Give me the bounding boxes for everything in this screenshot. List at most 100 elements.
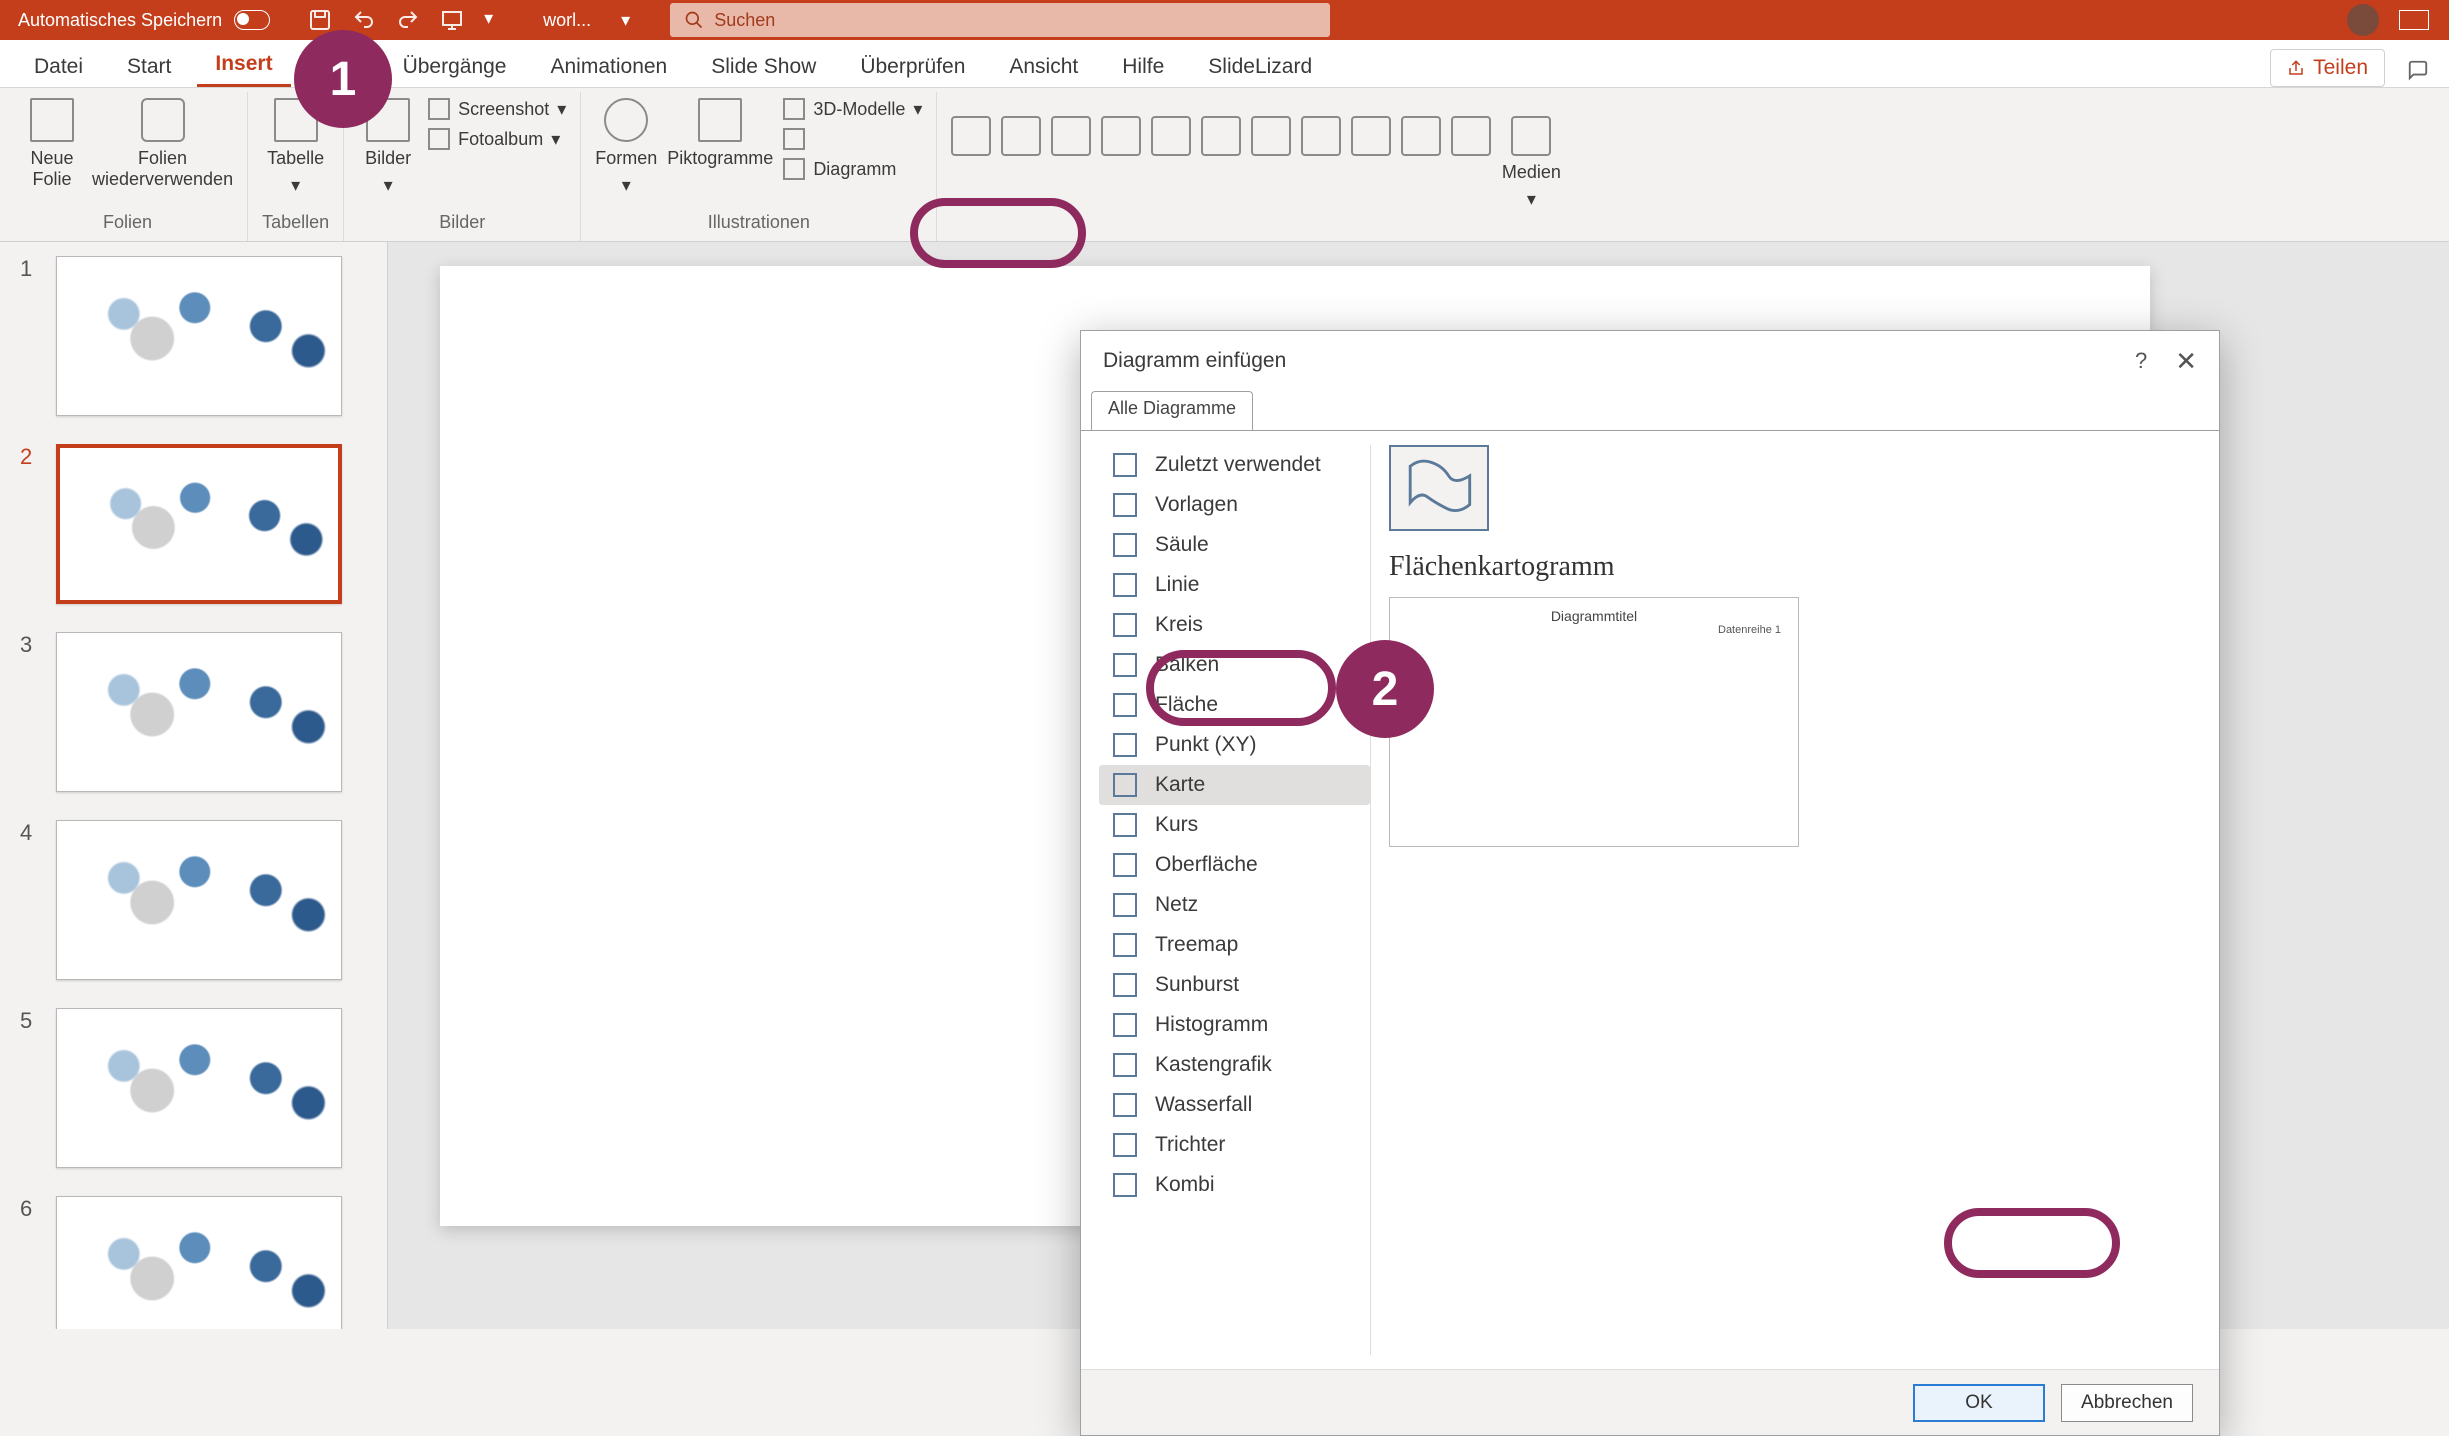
- media-button[interactable]: Medien▾: [1501, 116, 1561, 210]
- chart-category-list[interactable]: Zuletzt verwendetVorlagenSäuleLinieKreis…: [1099, 445, 1371, 1355]
- chart-category-item[interactable]: Vorlagen: [1099, 485, 1370, 525]
- category-label: Fläche: [1155, 693, 1218, 717]
- action-icon[interactable]: [1101, 116, 1141, 156]
- autosave-toggle[interactable]: [234, 10, 270, 30]
- smartart-button[interactable]: [783, 128, 922, 150]
- pictures-button[interactable]: Bilder▾: [358, 98, 418, 196]
- chart-category-item[interactable]: Kurs: [1099, 805, 1370, 845]
- chart-category-item[interactable]: Fläche: [1099, 685, 1370, 725]
- slide-thumbnail-pane[interactable]: 123456: [0, 242, 388, 1329]
- photoalbum-icon: [428, 128, 450, 150]
- group-bilder: Bilder▾ Screenshot▾ Fotoalbum▾ Bilder: [344, 92, 581, 241]
- slide-thumb-preview: [56, 444, 342, 604]
- dialog-tabstrip: Alle Diagramme: [1081, 391, 2219, 431]
- cancel-button[interactable]: Abbrechen: [2061, 1384, 2193, 1422]
- chart-category-item[interactable]: Kombi: [1099, 1165, 1370, 1205]
- share-button[interactable]: Teilen: [2270, 49, 2385, 87]
- textbox-icon[interactable]: [1251, 116, 1291, 156]
- chart-category-item[interactable]: Karte: [1099, 765, 1370, 805]
- chart-category-item[interactable]: Kreis: [1099, 605, 1370, 645]
- window-restore-icon[interactable]: [2399, 10, 2429, 30]
- chart-subtype-heading: Flächenkartogramm: [1389, 551, 2201, 583]
- tab-slidelizard[interactable]: SlideLizard: [1190, 45, 1330, 87]
- screenshot-button[interactable]: Screenshot▾: [428, 98, 566, 120]
- category-label: Histogramm: [1155, 1013, 1268, 1037]
- symbol-icon[interactable]: [1451, 116, 1491, 156]
- wordart-icon[interactable]: [1351, 116, 1391, 156]
- screenshot-icon: [428, 98, 450, 120]
- tab-hilfe[interactable]: Hilfe: [1104, 45, 1182, 87]
- titlebar-right: [2347, 4, 2449, 36]
- chart-category-item[interactable]: Kastengrafik: [1099, 1045, 1370, 1085]
- dialog-close-button[interactable]: ✕: [2175, 346, 2197, 377]
- chart-category-item[interactable]: Säule: [1099, 525, 1370, 565]
- reuse-slides-button[interactable]: Folien wiederverwenden: [92, 98, 233, 190]
- chart-preview[interactable]: Diagrammtitel Datenreihe 1: [1389, 597, 1799, 847]
- tab-datei[interactable]: Datei: [16, 45, 101, 87]
- tab-ueberpruefen[interactable]: Überprüfen: [842, 45, 983, 87]
- save-icon[interactable]: [308, 8, 332, 32]
- dialog-tab-all[interactable]: Alle Diagramme: [1091, 391, 1253, 431]
- qat-overflow-icon[interactable]: ▾: [484, 8, 493, 32]
- chart-subtype-button[interactable]: [1389, 445, 1489, 531]
- shapes-button[interactable]: Formen▾: [595, 98, 657, 196]
- icons-button[interactable]: Piktogramme: [667, 98, 773, 169]
- tab-slideshow[interactable]: Slide Show: [693, 45, 834, 87]
- category-icon: [1113, 693, 1137, 717]
- table-button[interactable]: Tabelle▾: [266, 98, 326, 196]
- ribbon-tabstrip: Datei Start Insert xxxx Übergänge Animat…: [0, 40, 2449, 88]
- search-placeholder: Suchen: [714, 10, 775, 31]
- ok-button[interactable]: OK: [1913, 1384, 2045, 1422]
- chart-button[interactable]: Diagramm: [783, 158, 922, 180]
- tab-start[interactable]: Start: [109, 45, 189, 87]
- addins-icon[interactable]: [951, 116, 991, 156]
- category-icon: [1113, 1093, 1137, 1117]
- 3dmodels-button[interactable]: 3D-Modelle▾: [783, 98, 922, 120]
- tab-ansicht[interactable]: Ansicht: [991, 45, 1096, 87]
- chart-category-item[interactable]: Punkt (XY): [1099, 725, 1370, 765]
- chart-category-item[interactable]: Trichter: [1099, 1125, 1370, 1165]
- chart-category-item[interactable]: Balken: [1099, 645, 1370, 685]
- chart-category-item[interactable]: Sunburst: [1099, 965, 1370, 1005]
- slide-number: 4: [20, 820, 38, 980]
- category-label: Kurs: [1155, 813, 1198, 837]
- slide-thumbnail[interactable]: 2: [0, 430, 387, 618]
- new-slide-button[interactable]: Neue Folie: [22, 98, 82, 190]
- comment-icon[interactable]: [1201, 116, 1241, 156]
- chart-category-item[interactable]: Histogramm: [1099, 1005, 1370, 1045]
- slideshow-icon[interactable]: [440, 8, 464, 32]
- chart-category-item[interactable]: Zuletzt verwendet: [1099, 445, 1370, 485]
- header-footer-icon[interactable]: [1301, 116, 1341, 156]
- chart-category-item[interactable]: Treemap: [1099, 925, 1370, 965]
- user-avatar[interactable]: [2347, 4, 2379, 36]
- link-icon[interactable]: [1051, 116, 1091, 156]
- zoom-icon[interactable]: [1001, 116, 1041, 156]
- media-label: Medien: [1502, 162, 1561, 183]
- chart-icon: [783, 158, 805, 180]
- chart-category-item[interactable]: Oberfläche: [1099, 845, 1370, 885]
- chart-category-item[interactable]: Linie: [1099, 565, 1370, 605]
- doc-dropdown-icon[interactable]: ▾: [621, 10, 630, 31]
- slide-thumbnail[interactable]: 5: [0, 994, 387, 1182]
- photoalbum-button[interactable]: Fotoalbum▾: [428, 128, 566, 150]
- tab-animationen[interactable]: Animationen: [533, 45, 686, 87]
- slide-thumbnail[interactable]: 4: [0, 806, 387, 994]
- tab-insert[interactable]: Insert: [197, 42, 290, 87]
- date-icon[interactable]: [1401, 116, 1441, 156]
- chevron-down-icon: ▾: [622, 175, 631, 196]
- dialog-help-button[interactable]: ?: [2135, 348, 2147, 374]
- slide-thumbnail[interactable]: 3: [0, 618, 387, 806]
- slide-thumbnail[interactable]: 6: [0, 1182, 387, 1329]
- document-name[interactable]: worl...: [513, 10, 621, 31]
- chart-category-item[interactable]: Netz: [1099, 885, 1370, 925]
- search-box[interactable]: Suchen: [670, 3, 1330, 37]
- tab-uebergaenge[interactable]: Übergänge: [385, 45, 525, 87]
- slide-thumbnail[interactable]: 1: [0, 242, 387, 430]
- chart-category-item[interactable]: Wasserfall: [1099, 1085, 1370, 1125]
- category-label: Karte: [1155, 773, 1205, 797]
- redo-icon[interactable]: [396, 8, 420, 32]
- undo-icon[interactable]: [352, 8, 376, 32]
- star-icon[interactable]: [1151, 116, 1191, 156]
- comments-button[interactable]: [2403, 59, 2433, 87]
- group-bilder-label: Bilder: [439, 208, 485, 239]
